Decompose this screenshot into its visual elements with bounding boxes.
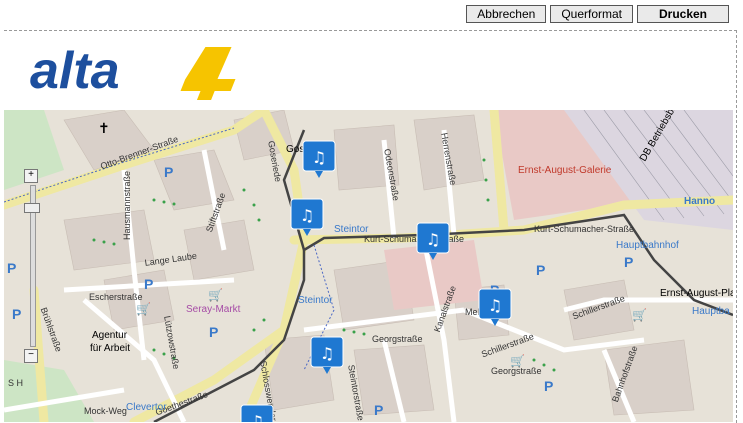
- parking-icon: P: [12, 306, 22, 322]
- parking-icon: P: [164, 164, 174, 180]
- poi-hannover[interactable]: Hanno: [684, 196, 715, 207]
- zoom-slider[interactable]: + −: [24, 169, 40, 365]
- street-label: S H: [8, 378, 24, 388]
- parking-icon: P: [144, 276, 154, 292]
- svg-text:♫: ♫: [250, 412, 264, 422]
- svg-text:♫: ♫: [312, 148, 326, 167]
- shopping-cart-icon: 🛒: [208, 288, 223, 302]
- print-button[interactable]: Drucken: [637, 5, 729, 23]
- music-venue-marker[interactable]: ♫: [302, 140, 336, 180]
- shopping-cart-icon: 🛒: [632, 308, 647, 322]
- parking-icon: P: [624, 254, 634, 270]
- zoom-thumb[interactable]: [24, 203, 40, 213]
- poi-seray-markt[interactable]: Seray-Markt: [186, 304, 240, 315]
- svg-text:alta: alta: [30, 42, 120, 100]
- svg-text:♫: ♫: [320, 344, 334, 363]
- city-map[interactable]: Otto-Brenner-Straße Goseriede Odeonstraß…: [4, 110, 733, 422]
- music-venue-marker[interactable]: ♫: [478, 288, 512, 328]
- street-label: Kurt-Schumacher-Straße: [534, 224, 635, 234]
- street-label: Georgstraße: [372, 334, 423, 344]
- street-label: Hausmannstraße: [122, 170, 132, 240]
- church-icon: ✝: [98, 120, 110, 136]
- music-venue-marker[interactable]: ♫: [290, 198, 324, 238]
- poi-steintor-station[interactable]: Steintor: [334, 224, 368, 235]
- poi-ernst-august-galerie[interactable]: Ernst-August-Galerie: [518, 165, 611, 176]
- svg-text:♫: ♫: [300, 206, 314, 225]
- parking-icon: P: [544, 378, 554, 394]
- svg-text:♫: ♫: [488, 296, 502, 315]
- alta4-logo: alta: [30, 42, 260, 101]
- music-venue-marker[interactable]: ♫: [416, 222, 450, 262]
- parking-icon: P: [374, 402, 384, 418]
- street-label: Mock-Weg: [84, 406, 127, 416]
- poi-agentur: Agentur: [92, 330, 128, 341]
- shopping-cart-icon: 🛒: [136, 302, 151, 316]
- poi-steintor-stop[interactable]: Steintor: [298, 295, 332, 306]
- parking-icon: P: [209, 324, 219, 340]
- music-venue-marker[interactable]: ♫: [310, 336, 344, 376]
- poi-fuer-arbeit: für Arbeit: [90, 343, 131, 354]
- poi-hauptbahnhof[interactable]: Hauptbahnhof: [616, 240, 679, 251]
- shopping-cart-icon: 🛒: [510, 354, 525, 368]
- poi-clevertor[interactable]: Clevertor: [126, 402, 167, 413]
- parking-icon: P: [7, 260, 17, 276]
- zoom-out-button[interactable]: −: [24, 349, 38, 363]
- cancel-button[interactable]: Abbrechen: [466, 5, 547, 23]
- parking-icon: P: [536, 262, 546, 278]
- landscape-button[interactable]: Querformat: [550, 5, 633, 23]
- svg-text:♫: ♫: [426, 230, 440, 249]
- print-toolbar: Abbrechen Querformat Drucken: [466, 5, 729, 23]
- music-venue-marker[interactable]: ♫: [240, 404, 274, 422]
- zoom-in-button[interactable]: +: [24, 169, 38, 183]
- poi-hauptbahnhof-short[interactable]: Hauptba: [692, 306, 730, 317]
- street-label: Escherstraße: [89, 292, 143, 302]
- poi-ernst-august-platz[interactable]: Ernst-August-Platz: [660, 288, 733, 299]
